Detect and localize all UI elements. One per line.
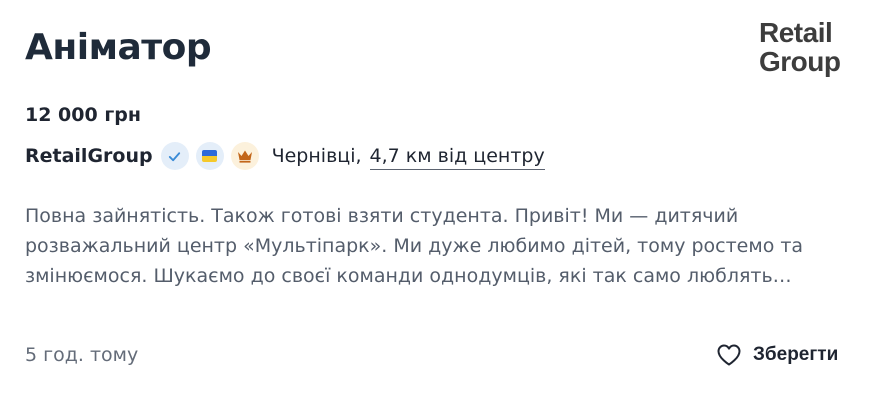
company-logo-line1: Retail (759, 17, 833, 48)
vacancy-card[interactable]: Аніматор Retail Group 12 000 грн RetailG… (0, 0, 894, 404)
vacancy-description: Повна зайнятість. Також готові взяти сту… (25, 205, 804, 287)
company-logo[interactable]: Retail Group (759, 18, 841, 76)
save-button-label: Зберегти (753, 344, 839, 365)
check-icon (168, 151, 181, 161)
crown-icon (237, 150, 252, 163)
posted-time: 5 год. тому (25, 344, 139, 366)
ukrainian-company-badge[interactable] (195, 142, 224, 170)
save-button[interactable]: Зберегти (716, 340, 838, 370)
vacancy-title[interactable]: Аніматор (25, 24, 212, 72)
company-meta: RetailGroup Чернівці, 4,7 км від центру (25, 141, 545, 171)
verified-badge[interactable] (160, 142, 189, 170)
ukraine-flag-icon (202, 150, 218, 162)
city: Чернівці, (271, 145, 362, 167)
salary: 12 000 грн (25, 104, 141, 126)
top-employer-badge[interactable] (230, 142, 259, 170)
distance-link[interactable]: 4,7 км від центру (369, 143, 545, 170)
heart-icon (717, 344, 741, 366)
company-logo-line2: Group (759, 46, 841, 77)
company-name[interactable]: RetailGroup (25, 143, 153, 169)
